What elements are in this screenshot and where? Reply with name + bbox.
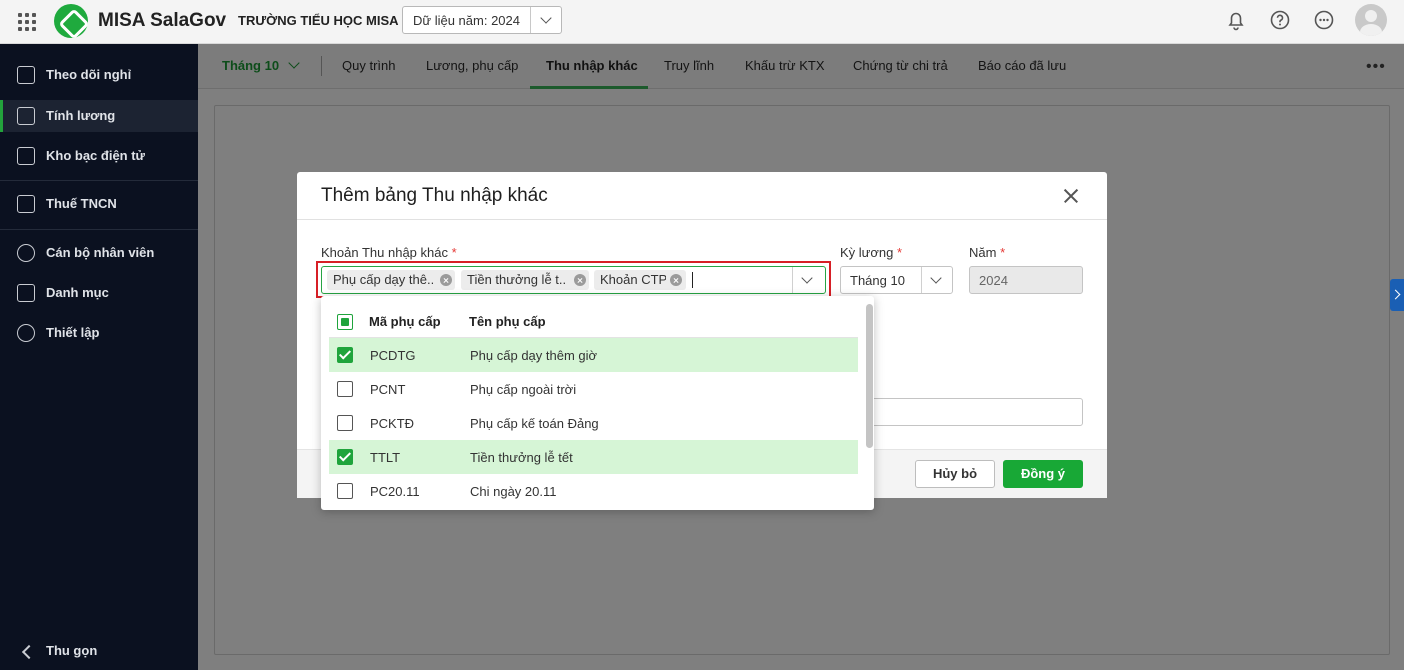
selected-tag: Tiền thưởng lễ t... <box>461 270 589 290</box>
tab-chung-tu-chi-tra[interactable]: Chứng từ chi trả <box>853 58 948 73</box>
list-item[interactable]: PCNT Phụ cấp ngoài trời <box>329 372 858 406</box>
month-selector[interactable]: Tháng 10 <box>222 58 279 73</box>
close-icon[interactable] <box>1059 184 1083 208</box>
sidebar-item-label: Thiết lập <box>46 325 100 340</box>
sidebar-item-can-bo[interactable]: Cán bộ nhân viên <box>0 237 198 269</box>
description-input[interactable] <box>857 398 1083 426</box>
brand-name: MISA SalaGov <box>98 10 227 31</box>
collapse-label: Thu gọn <box>46 643 98 658</box>
selected-tag: Khoản CTP <box>594 270 686 290</box>
chevron-down-icon <box>930 272 942 284</box>
sidebar-item-label: Danh mục <box>46 285 109 300</box>
row-code: TTLT <box>370 450 401 465</box>
sidebar-item-label: Theo dõi nghỉ <box>46 67 132 82</box>
row-checkbox[interactable] <box>337 415 353 431</box>
list-item[interactable]: TTLT Tiền thưởng lễ tết <box>329 440 858 474</box>
row-checkbox[interactable] <box>337 483 353 499</box>
tab-bao-cao-da-luu[interactable]: Báo cáo đã lưu <box>978 58 1066 73</box>
period-value: Tháng 10 <box>850 273 905 288</box>
year-select[interactable]: Dữ liệu năm: 2024 <box>402 6 562 34</box>
sidebar-item-tinh-luong[interactable]: Tính lương <box>0 100 198 132</box>
selected-tag: Phụ cấp dạy thê... <box>327 270 455 290</box>
gear-icon <box>17 324 35 342</box>
income-multiselect[interactable]: Phụ cấp dạy thê... Tiền thưởng lễ t... K… <box>321 266 826 294</box>
year-value: 2024 <box>979 273 1008 288</box>
confirm-button[interactable]: Đồng ý <box>1003 460 1083 488</box>
tab-bar: Tháng 10 Quy trình Lương, phụ cấp Thu nh… <box>198 44 1404 89</box>
collapse-button[interactable]: Thu gọn <box>0 634 198 668</box>
tab-khau-tru-ktx[interactable]: Khấu trừ KTX <box>745 58 825 73</box>
period-label: Kỳ lương * <box>840 245 903 260</box>
row-code: PC20.11 <box>370 484 420 499</box>
chevron-left-icon <box>21 644 37 660</box>
dropdown-header: Mã phụ cấp Tên phụ cấp <box>321 304 861 338</box>
app-grid-icon[interactable] <box>16 11 38 33</box>
sidebar-item-label: Kho bạc điện tử <box>46 148 145 163</box>
top-bar: MISA SalaGov TRƯỜNG TIỂU HỌC MISA Dữ liệ… <box>0 0 1404 44</box>
sidebar-item-thue-tncn[interactable]: Thuế TNCN <box>0 188 198 220</box>
remove-tag-icon[interactable] <box>574 274 586 286</box>
row-code: PCDTG <box>370 348 416 363</box>
row-checkbox[interactable] <box>337 449 353 465</box>
tab-thu-nhap-khac[interactable]: Thu nhập khác <box>546 58 638 73</box>
list-icon <box>17 284 35 302</box>
chevron-down-icon <box>288 57 300 69</box>
column-code: Mã phụ cấp <box>369 314 441 329</box>
column-name: Tên phụ cấp <box>469 314 546 329</box>
list-item[interactable]: PC20.11 Chi ngày 20.11 <box>329 474 858 508</box>
sidebar-item-label: Cán bộ nhân viên <box>46 245 155 260</box>
list-item[interactable]: PCDTG Phụ cấp dạy thêm giờ <box>329 338 858 372</box>
sidebar-item-kho-bac[interactable]: Kho bạc điện tử <box>0 140 198 172</box>
row-name: Phụ cấp dạy thêm giờ <box>470 348 598 363</box>
row-code: PCKTĐ <box>370 416 415 431</box>
tab-truy-linh[interactable]: Truy lĩnh <box>664 58 714 73</box>
tab-quy-trinh[interactable]: Quy trình <box>342 58 395 73</box>
row-name: Phụ cấp ngoài trời <box>470 382 577 397</box>
active-tab-indicator <box>530 86 648 89</box>
dialog-title: Thêm bảng Thu nhập khác <box>321 185 548 206</box>
remove-tag-icon[interactable] <box>670 274 682 286</box>
calendar-icon <box>17 66 35 84</box>
document-icon <box>17 195 35 213</box>
remove-tag-icon[interactable] <box>440 274 452 286</box>
row-checkbox[interactable] <box>337 347 353 363</box>
misa-logo <box>54 4 88 38</box>
sidebar-item-label: Tính lương <box>46 108 116 123</box>
chevron-down-icon <box>540 12 552 24</box>
help-icon[interactable] <box>1269 9 1291 31</box>
allowance-dropdown: Mã phụ cấp Tên phụ cấp PCDTG Phụ cấp dạy… <box>321 296 874 510</box>
sidebar-item-danh-muc[interactable]: Danh mục <box>0 277 198 309</box>
sidebar-item-theo-doi-nghi[interactable]: Theo dõi nghỉ <box>0 59 198 91</box>
row-name: Chi ngày 20.11 <box>470 484 557 499</box>
select-all-checkbox[interactable] <box>337 314 353 330</box>
money-icon <box>17 107 35 125</box>
people-icon <box>17 244 35 262</box>
period-select[interactable]: Tháng 10 <box>840 266 953 294</box>
sidebar: Theo dõi nghỉ Tính lương Kho bạc điện tử… <box>0 44 198 670</box>
sidebar-item-label: Thuế TNCN <box>46 196 117 211</box>
row-code: PCNT <box>370 382 406 397</box>
more-icon[interactable] <box>1313 9 1335 31</box>
dropdown-scrollbar[interactable] <box>866 304 873 448</box>
monitor-icon <box>17 147 35 165</box>
row-name: Tiền thưởng lễ tết <box>470 450 573 465</box>
school-name: TRƯỜNG TIỂU HỌC MISA <box>238 13 399 28</box>
list-item[interactable]: PCKTĐ Phụ cấp kế toán Đảng <box>329 406 858 440</box>
more-tabs-icon[interactable]: ••• <box>1366 58 1386 76</box>
side-panel-toggle[interactable] <box>1390 279 1404 311</box>
row-checkbox[interactable] <box>337 381 353 397</box>
user-avatar[interactable] <box>1355 4 1387 36</box>
bell-icon[interactable] <box>1225 9 1247 31</box>
chevron-down-icon[interactable] <box>801 272 813 284</box>
year-select-value: Dữ liệu năm: 2024 <box>413 13 520 28</box>
year-field: 2024 <box>969 266 1083 294</box>
tab-luong-phu-cap[interactable]: Lương, phụ cấp <box>426 58 518 73</box>
sidebar-item-thiet-lap[interactable]: Thiết lập <box>0 317 198 349</box>
year-label: Năm * <box>969 245 1006 260</box>
cancel-button[interactable]: Hủy bỏ <box>915 460 995 488</box>
income-label: Khoản Thu nhập khác * <box>321 245 457 260</box>
row-name: Phụ cấp kế toán Đảng <box>470 416 599 431</box>
